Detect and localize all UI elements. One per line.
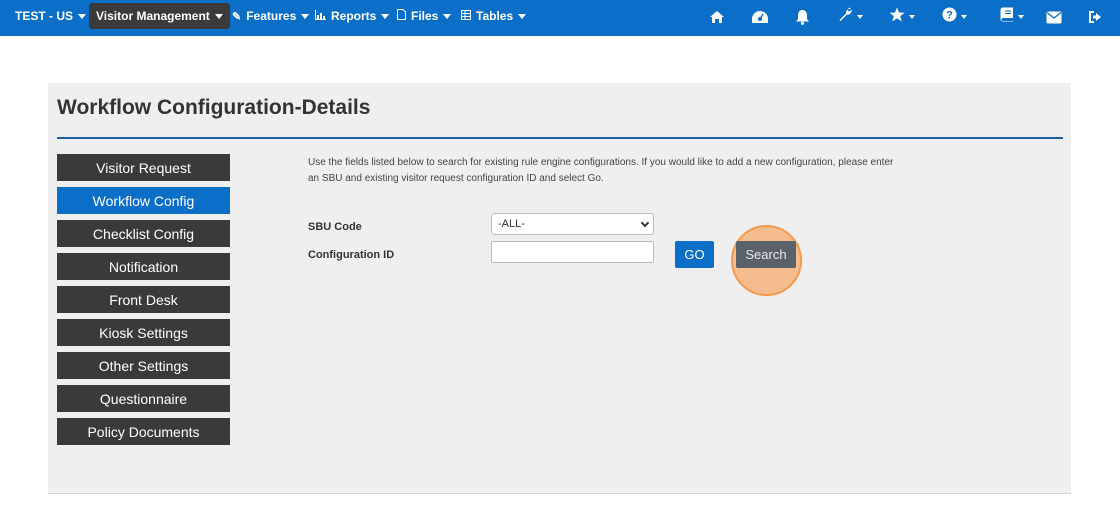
org-label: TEST - US [15,9,74,23]
chevron-down-icon [961,15,967,19]
chevron-down-icon [214,13,223,19]
help-menu[interactable]: ? [942,6,967,28]
help-text: Use the fields listed below to search fo… [308,157,894,184]
chevron-down-icon [78,13,87,19]
sidebar-item-questionnaire[interactable]: Questionnaire [57,385,230,412]
pencil-icon: ✎ [232,10,242,23]
configuration-id-input[interactable] [491,241,654,263]
top-navbar: TEST - US Visitor Management ✎ Features R… [0,0,1120,36]
dashboard-icon[interactable] [751,6,769,28]
chevron-down-icon [909,15,915,19]
chevron-down-icon [1018,15,1024,19]
bar-chart-icon [315,9,326,23]
help-icon: ? [942,7,957,27]
search-button[interactable]: Search [736,241,796,268]
sidebar-item-workflow-config[interactable]: Workflow Config [57,187,230,214]
reports-label: Reports [331,9,377,23]
star-icon [889,7,905,27]
sidebar-item-other-settings[interactable]: Other Settings [57,352,230,379]
docs-menu[interactable] [1000,6,1024,28]
page-title: Workflow Configuration-Details [57,96,371,119]
tables-menu[interactable]: Tables [461,0,527,32]
envelope-icon[interactable] [1046,6,1062,28]
sbu-code-label: SBU Code [308,221,362,233]
module-selector[interactable]: Visitor Management [89,3,230,29]
chevron-down-icon [381,13,390,19]
svg-text:?: ? [946,10,953,22]
features-menu[interactable]: ✎ Features [232,0,310,32]
bell-icon[interactable] [795,6,810,28]
tables-label: Tables [476,9,514,23]
title-divider [57,137,1063,139]
chevron-down-icon [518,13,527,19]
sidebar-item-front-desk[interactable]: Front Desk [57,286,230,313]
go-button[interactable]: GO [675,241,714,268]
favorites-menu[interactable] [889,6,915,28]
sidebar-item-checklist-config[interactable]: Checklist Config [57,220,230,247]
chevron-down-icon [443,13,452,19]
tools-menu[interactable] [838,6,863,28]
home-icon[interactable] [709,6,725,28]
sbu-code-value: -ALL- [498,218,525,230]
sbu-code-select[interactable]: -ALL- [491,213,654,235]
sidebar-item-kiosk-settings[interactable]: Kiosk Settings [57,319,230,346]
table-icon [461,9,471,23]
files-menu[interactable]: Files [397,0,452,32]
sidebar-item-policy-documents[interactable]: Policy Documents [57,418,230,445]
sidebar-item-visitor-request[interactable]: Visitor Request [57,154,230,181]
org-selector[interactable]: TEST - US [15,0,87,32]
book-icon [1000,7,1014,27]
files-label: Files [411,9,439,23]
features-label: Features [246,9,297,23]
logout-icon[interactable] [1088,6,1104,28]
reports-menu[interactable]: Reports [315,0,390,32]
configuration-id-label: Configuration ID [308,249,395,261]
workflow-config-panel: Workflow Configuration-Details Visitor R… [48,83,1071,494]
chevron-down-icon [640,218,650,228]
wrench-icon [838,7,853,27]
chevron-down-icon [301,13,310,19]
file-icon [397,9,406,23]
chevron-down-icon [857,15,863,19]
module-label: Visitor Management [96,9,210,23]
sidebar-item-notification[interactable]: Notification [57,253,230,280]
